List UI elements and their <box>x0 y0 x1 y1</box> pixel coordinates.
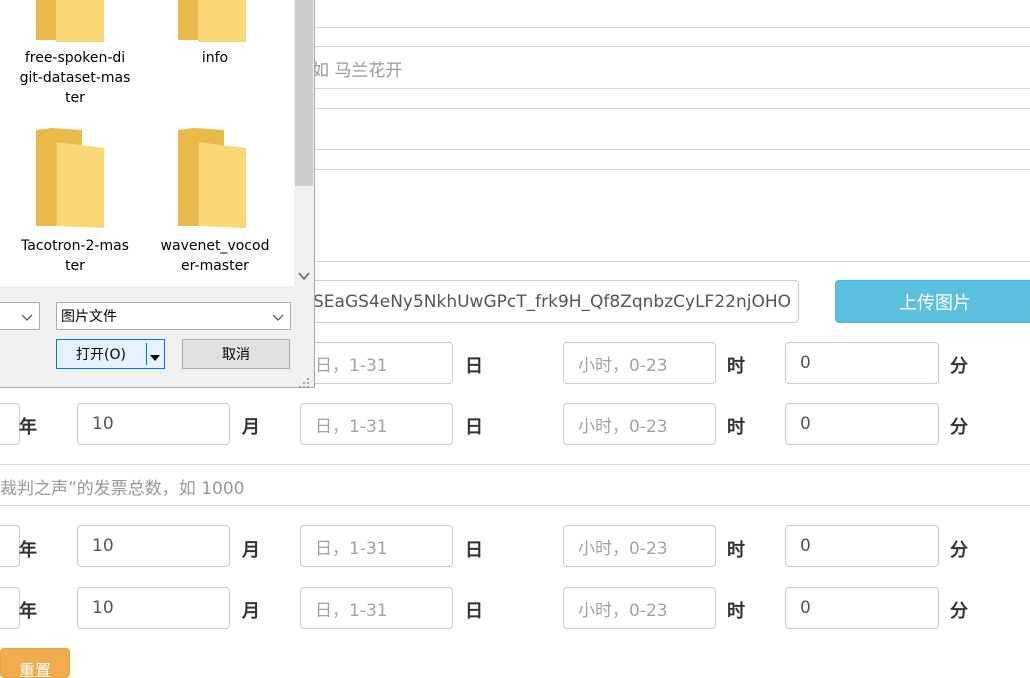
month-unit: 月 <box>242 540 260 561</box>
hour-input[interactable]: 小时，0-23 <box>563 403 716 445</box>
folder-label[interactable]: wavenet_vocod er-master <box>150 236 280 276</box>
minute-unit: 分 <box>950 601 968 622</box>
minute-unit: 分 <box>950 356 968 377</box>
divider <box>0 464 1030 465</box>
folder-icon[interactable] <box>34 0 106 46</box>
folder-icon[interactable] <box>176 128 248 234</box>
folder-label[interactable]: free-spoken-di git-dataset-mas ter <box>10 48 140 108</box>
folder-label[interactable]: info <box>150 48 280 68</box>
year-input[interactable] <box>0 525 20 567</box>
file-type-value: 图片文件 <box>61 309 117 325</box>
upload-image-button[interactable]: 上传图片 <box>835 280 1030 323</box>
minute-input[interactable]: 0 <box>785 403 939 445</box>
year-unit: 年 <box>19 601 37 622</box>
month-unit: 月 <box>242 417 260 438</box>
hour-input[interactable]: 小时，0-23 <box>563 525 716 567</box>
folder-icon[interactable] <box>176 0 248 46</box>
minute-input[interactable]: 0 <box>785 525 939 567</box>
resize-grip-icon[interactable] <box>298 374 310 393</box>
hour-input[interactable]: 小时，0-23 <box>563 587 716 629</box>
folder-label[interactable]: Tacotron-2-mas ter <box>10 236 140 276</box>
divider <box>315 88 1030 89</box>
divider <box>315 27 1030 28</box>
image-url-input[interactable]: SEaGS4eNy5NkhUwGPcT_frk9H_Qf8ZqnbzCyLF22… <box>290 280 799 323</box>
month-input[interactable]: 10 <box>77 403 230 445</box>
day-input[interactable]: 日，1-31 <box>300 342 453 384</box>
divider <box>315 149 1030 150</box>
chevron-down-icon <box>21 310 33 326</box>
hour-unit: 时 <box>727 540 745 561</box>
divider <box>315 261 1030 262</box>
divider <box>315 46 1030 47</box>
chevron-down-icon <box>272 310 284 326</box>
year-unit: 年 <box>19 417 37 438</box>
vote-total-placeholder[interactable]: 裁判之声”的发票总数，如 1000 <box>0 474 244 499</box>
reset-button[interactable]: 重置 <box>0 648 70 678</box>
file-open-dialog: free-spoken-di git-dataset-mas ter info … <box>0 0 315 388</box>
month-input[interactable]: 10 <box>77 525 230 567</box>
day-unit: 日 <box>465 601 483 622</box>
chevron-down-icon[interactable] <box>298 266 310 285</box>
hour-input[interactable]: 小时，0-23 <box>563 342 716 384</box>
month-unit: 月 <box>242 601 260 622</box>
folder-scrollbar[interactable] <box>294 0 314 286</box>
cancel-button[interactable]: 取消 <box>182 339 290 369</box>
day-input[interactable]: 日，1-31 <box>300 587 453 629</box>
divider <box>315 108 1030 109</box>
year-unit: 年 <box>19 540 37 561</box>
hour-unit: 时 <box>727 356 745 377</box>
minute-input[interactable]: 0 <box>785 342 939 384</box>
day-input[interactable]: 日，1-31 <box>300 403 453 445</box>
caret-down-icon[interactable] <box>150 350 160 366</box>
divider <box>0 505 1030 506</box>
minute-unit: 分 <box>950 540 968 561</box>
name-input-placeholder[interactable]: 如 马兰花开 <box>312 56 402 81</box>
split-divider <box>146 343 147 365</box>
minute-input[interactable]: 0 <box>785 587 939 629</box>
year-input[interactable] <box>0 403 20 445</box>
open-button-label: 打开(O) <box>76 347 126 363</box>
day-unit: 日 <box>465 417 483 438</box>
minute-unit: 分 <box>950 417 968 438</box>
day-input[interactable]: 日，1-31 <box>300 525 453 567</box>
scrollbar-thumb[interactable] <box>295 0 313 186</box>
filename-dropdown[interactable] <box>0 302 40 330</box>
divider <box>315 169 1030 170</box>
month-input[interactable]: 10 <box>77 587 230 629</box>
open-button[interactable]: 打开(O) <box>56 339 165 369</box>
hour-unit: 时 <box>727 601 745 622</box>
dialog-footer: 图片文件 打开(O) 取消 <box>0 286 314 388</box>
day-unit: 日 <box>465 540 483 561</box>
file-type-select[interactable]: 图片文件 <box>56 302 291 330</box>
day-unit: 日 <box>465 356 483 377</box>
hour-unit: 时 <box>727 417 745 438</box>
folder-icon[interactable] <box>34 128 106 234</box>
year-input[interactable] <box>0 587 20 629</box>
